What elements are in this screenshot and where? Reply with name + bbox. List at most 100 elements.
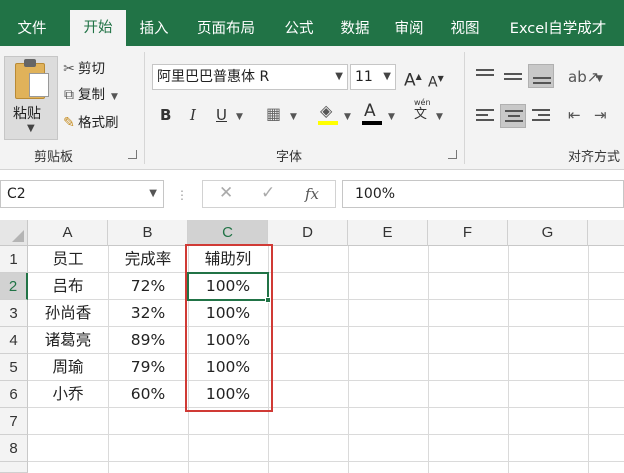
bold-button[interactable]: B	[160, 104, 171, 126]
font-color-button[interactable]: A	[364, 100, 376, 122]
gridline	[28, 434, 624, 435]
tab-insert[interactable]: 插入	[130, 12, 178, 46]
alignment-group-label: 对齐方式	[568, 150, 621, 165]
cell-a4[interactable]: 诸葛亮	[28, 327, 108, 354]
format-painter-button[interactable]: ✎ 格式刷	[60, 112, 119, 134]
formula-bar-resize-handle[interactable]: ⋮	[176, 188, 188, 202]
chevron-down-icon: ▼	[149, 188, 157, 199]
cell-b1[interactable]: 完成率	[108, 246, 188, 273]
column-header-b[interactable]: B	[108, 220, 188, 246]
column-header-g[interactable]: G	[508, 220, 588, 246]
paste-label: 粘贴	[13, 106, 41, 122]
font-size-select[interactable]: 11 ▼	[350, 64, 396, 90]
copy-icon: ⧉	[64, 87, 74, 103]
group-divider	[144, 52, 145, 164]
row-header-8[interactable]: 8	[0, 435, 28, 462]
column-header-e[interactable]: E	[348, 220, 428, 246]
align-left-button[interactable]	[472, 104, 498, 128]
decrease-indent-icon[interactable]: ⇤	[568, 104, 581, 126]
middle-align-button[interactable]	[500, 64, 526, 88]
font-name-value: 阿里巴巴普惠体 R	[157, 69, 270, 85]
row-header-7[interactable]: 7	[0, 408, 28, 435]
row-header-5[interactable]: 5	[0, 354, 28, 381]
shrink-font-button[interactable]: A▼	[428, 68, 444, 94]
row-header-6[interactable]: 6	[0, 381, 28, 408]
chevron-down-icon[interactable]: ▼	[236, 106, 243, 128]
cell-b4[interactable]: 89%	[108, 327, 188, 354]
cell-a3[interactable]: 孙尚香	[28, 300, 108, 327]
cell-b5[interactable]: 79%	[108, 354, 188, 381]
align-right-button[interactable]	[528, 104, 554, 128]
cell-a5[interactable]: 周瑜	[28, 354, 108, 381]
tab-formulas[interactable]: 公式	[276, 12, 322, 46]
column-header-f[interactable]: F	[428, 220, 508, 246]
insert-function-button[interactable]: fx	[305, 185, 319, 203]
copy-button[interactable]: ⧉ 复制 ▼	[60, 84, 118, 106]
chevron-down-icon: ▼	[383, 71, 391, 82]
column-header-d[interactable]: D	[268, 220, 348, 246]
tab-view[interactable]: 视图	[442, 12, 488, 46]
font-name-select[interactable]: 阿里巴巴普惠体 R ▼	[152, 64, 348, 90]
font-launcher-icon[interactable]	[448, 150, 457, 159]
chevron-down-icon[interactable]: ▼	[27, 123, 35, 134]
cancel-icon[interactable]: ✕	[219, 183, 233, 203]
cell-a6[interactable]: 小乔	[28, 381, 108, 408]
tab-excel-self-study[interactable]: Excel自学成才	[496, 12, 620, 46]
formula-input[interactable]: 100%	[342, 180, 624, 208]
increase-indent-icon[interactable]: ⇥	[594, 104, 607, 126]
row-header-9[interactable]	[0, 462, 28, 473]
cell-b2[interactable]: 72%	[108, 273, 188, 300]
chevron-down-icon[interactable]: ▼	[436, 106, 443, 128]
font-size-value: 11	[355, 69, 373, 85]
name-box[interactable]: C2 ▼	[0, 180, 164, 208]
orientation-icon[interactable]: ab↗	[568, 66, 599, 88]
tab-file[interactable]: 文件	[6, 12, 58, 46]
column-header-c[interactable]: C	[188, 220, 268, 246]
row-header-1[interactable]: 1	[0, 246, 28, 273]
clipboard-clip-icon	[24, 59, 36, 67]
cell-a2[interactable]: 吕布	[28, 273, 108, 300]
format-painter-label: 格式刷	[78, 115, 119, 131]
column-header-a[interactable]: A	[28, 220, 108, 246]
cell-b3[interactable]: 32%	[108, 300, 188, 327]
row-header-2[interactable]: 2	[0, 273, 28, 300]
cell-a1[interactable]: 员工	[28, 246, 108, 273]
chevron-down-icon[interactable]: ▼	[344, 106, 351, 128]
italic-button[interactable]: I	[190, 104, 196, 126]
align-center-button[interactable]	[500, 104, 526, 128]
chevron-down-icon[interactable]: ▼	[290, 106, 297, 128]
fill-color-swatch	[318, 121, 338, 125]
select-all-button[interactable]	[0, 220, 28, 246]
tab-page-layout[interactable]: 页面布局	[186, 12, 266, 46]
clipboard-group-label: 剪贴板	[34, 150, 74, 165]
ribbon-home-panel: 粘贴 ▼ ✂ 剪切 ⧉ 复制 ▼ ✎ 格式刷 剪贴板 阿里巴巴普惠体 R ▼ 11 ▼ …	[0, 46, 624, 170]
scissors-icon: ✂	[63, 61, 75, 77]
chevron-down-icon[interactable]: ▼	[388, 106, 395, 128]
row-header-3[interactable]: 3	[0, 300, 28, 327]
ribbon-tab-bar: 文件 开始 插入 页面布局 公式 数据 审阅 视图 Excel自学成才	[0, 0, 624, 48]
shrink-font-label: A	[428, 74, 438, 91]
tab-data[interactable]: 数据	[332, 12, 378, 46]
clipboard-launcher-icon[interactable]	[128, 150, 137, 159]
chevron-down-icon[interactable]: ▼	[111, 92, 118, 102]
row-header-4[interactable]: 4	[0, 327, 28, 354]
fill-color-icon[interactable]: ◈	[320, 100, 332, 122]
tab-review[interactable]: 审阅	[386, 12, 432, 46]
cut-button[interactable]: ✂ 剪切	[60, 58, 105, 80]
formula-bar: C2 ▼ ⋮ ✕ ✓ fx 100%	[0, 170, 624, 220]
cell-b6[interactable]: 60%	[108, 381, 188, 408]
cut-label: 剪切	[78, 61, 105, 77]
gridline	[508, 246, 509, 473]
bottom-align-button[interactable]	[528, 64, 554, 88]
phonetic-guide-button[interactable]: wén 文	[414, 98, 431, 122]
borders-icon[interactable]: ▦	[266, 103, 281, 125]
tab-home[interactable]: 开始	[70, 10, 126, 48]
column-header-h[interactable]	[588, 220, 624, 246]
chevron-down-icon[interactable]: ▼	[596, 68, 603, 90]
paper-icon	[29, 73, 49, 97]
grow-font-button[interactable]: A▲	[404, 66, 422, 92]
top-align-button[interactable]	[472, 64, 498, 88]
enter-icon[interactable]: ✓	[261, 183, 275, 203]
underline-button[interactable]: U	[216, 104, 227, 126]
paste-button[interactable]: 粘贴 ▼	[4, 56, 58, 140]
